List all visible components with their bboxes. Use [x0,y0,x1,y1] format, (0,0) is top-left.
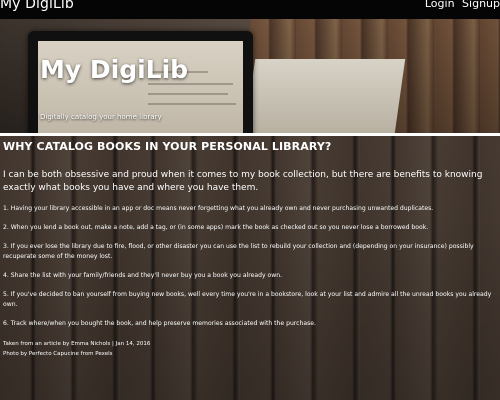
hero-subtitle: Digitally catalog your home library [40,113,162,121]
brand-logo-text[interactable]: My DigiLib [0,0,74,12]
hero-title: My DigiLib [40,55,189,84]
article-section: WHY CATALOG BOOKS IN YOUR PERSONAL LIBRA… [0,136,500,400]
article-body: WHY CATALOG BOOKS IN YOUR PERSONAL LIBRA… [0,136,500,359]
photo-credit: Photo by Perfecto Capucine from Pexels [3,351,113,357]
signup-link[interactable]: Signup [462,0,500,10]
reason-item: 5. If you've decided to ban yourself fro… [3,291,492,308]
article-credit: Taken from an article by Emma Nichols | … [3,341,151,347]
reason-item: 3. If you ever lose the library due to f… [3,243,474,260]
login-link[interactable]: Login [425,0,455,10]
reason-item: 6. Track where/when you bought the book,… [3,320,316,327]
reason-item: 4. Share the list with your family/frien… [3,272,283,279]
screen-text-line [148,103,236,105]
reason-item: 1. Having your library accessible in an … [3,205,434,212]
hero-banner: My DigiLib Digitally catalog your home l… [0,19,500,133]
hero-book-pages [244,59,406,133]
article-heading: WHY CATALOG BOOKS IN YOUR PERSONAL LIBRA… [3,140,332,153]
screen-text-line [148,93,228,95]
auth-nav: Login Signup [421,0,500,10]
top-navigation-bar: My DigiLib Login Signup [0,0,500,19]
article-intro: I can be both obsessive and proud when i… [3,170,483,193]
reason-item: 2. When you lend a book out, make a note… [3,224,429,231]
